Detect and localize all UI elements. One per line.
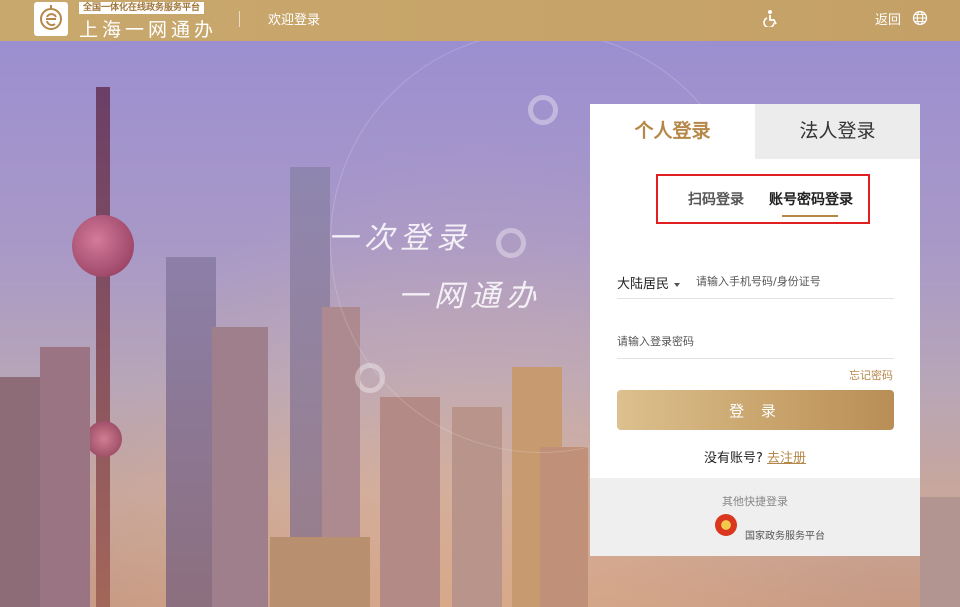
globe-icon[interactable]	[912, 10, 928, 26]
region-label: 大陆居民	[617, 277, 670, 292]
national-platform-login[interactable]: 国家政务服务平台	[745, 527, 825, 542]
accessibility-icon[interactable]	[762, 9, 780, 27]
password-field	[617, 324, 894, 359]
building	[540, 447, 588, 607]
building	[212, 327, 268, 607]
login-card: 个人登录 法人登录 扫码登录 账号密码登录 大陆居民 忘记密码 登 录 没有账号…	[590, 104, 920, 556]
username-input[interactable]	[696, 272, 891, 290]
brand-subtitle: 全国一体化在线政务服务平台	[79, 2, 205, 14]
building	[270, 537, 370, 607]
back-link[interactable]: 返回	[875, 9, 901, 28]
national-emblem-icon[interactable]	[715, 514, 737, 536]
tower-tv	[96, 87, 110, 607]
welcome-text: 欢迎登录	[268, 13, 321, 28]
topbar-divider	[239, 11, 240, 27]
register-link[interactable]: 去注册	[767, 451, 806, 466]
mode-qr-login[interactable]: 扫码登录	[688, 189, 744, 209]
building	[166, 257, 216, 607]
building	[380, 397, 440, 607]
caret-down-icon	[674, 282, 681, 287]
active-mode-underline	[782, 215, 838, 217]
building	[40, 347, 90, 607]
region-select[interactable]: 大陆居民	[617, 273, 681, 292]
login-type-tabs: 个人登录 法人登录	[590, 104, 920, 159]
slogan-line-1: 一次登录	[328, 221, 472, 256]
password-input[interactable]	[617, 332, 887, 350]
tower-tv-sphere-low	[86, 421, 122, 457]
logo-icon	[40, 5, 62, 30]
quick-login-panel: 其他快捷登录 国家政务服务平台	[590, 478, 920, 556]
login-mode-highlight: 扫码登录 账号密码登录	[656, 174, 870, 224]
register-prompt: 没有账号? 去注册	[590, 447, 920, 466]
tab-corporate-login[interactable]: 法人登录	[755, 104, 920, 159]
username-field: 大陆居民	[617, 264, 894, 299]
mode-account-password-login[interactable]: 账号密码登录	[769, 189, 853, 209]
tab-personal-login[interactable]: 个人登录	[590, 104, 755, 159]
quick-login-title: 其他快捷登录	[722, 495, 788, 508]
tower-tv-sphere	[72, 215, 134, 277]
logo[interactable]	[34, 2, 68, 36]
login-button[interactable]: 登 录	[617, 390, 894, 430]
forgot-password-link[interactable]: 忘记密码	[849, 367, 893, 383]
no-account-text: 没有账号?	[703, 451, 763, 466]
top-bar: 全国一体化在线政务服务平台 上海一网通办 欢迎登录 返回	[0, 0, 960, 41]
brand-title: 上海一网通办	[79, 19, 218, 41]
slogan-line-2: 一网通办	[398, 279, 542, 314]
building	[920, 497, 960, 607]
